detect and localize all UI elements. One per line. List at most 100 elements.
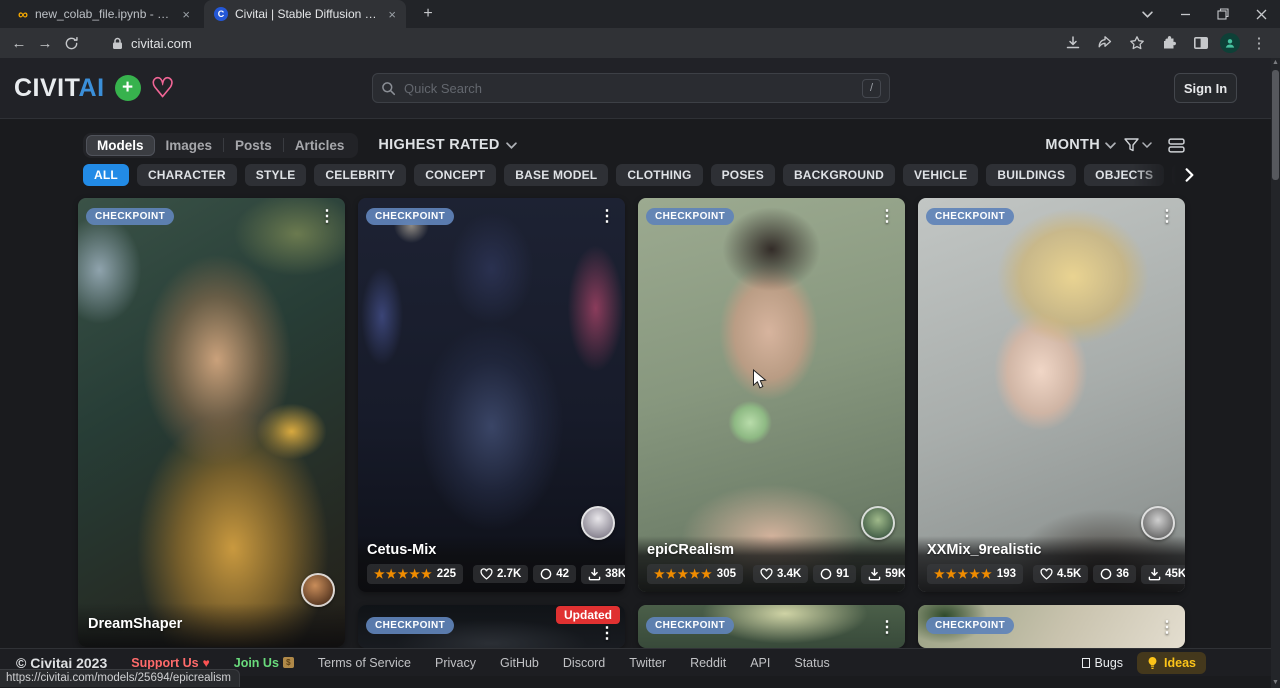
footer-link-terms[interactable]: Terms of Service (318, 656, 411, 670)
download-page-icon[interactable] (1060, 30, 1086, 56)
browser-toolbar: ← → civitai.com (0, 28, 1280, 58)
reload-button[interactable] (58, 30, 84, 56)
footer-link-status[interactable]: Status (794, 656, 829, 670)
browser-profile-avatar[interactable] (1220, 33, 1240, 53)
creator-avatar[interactable] (1141, 506, 1175, 540)
creator-avatar[interactable] (301, 573, 335, 607)
chip-character[interactable]: CHARACTER (137, 164, 237, 186)
tab-models[interactable]: Models (86, 135, 155, 156)
footer-link-discord[interactable]: Discord (563, 656, 605, 670)
filter-dropdown[interactable] (1124, 138, 1152, 152)
scrollbar-thumb[interactable] (1272, 70, 1279, 180)
chip-style[interactable]: STYLE (245, 164, 307, 186)
favorites-heart-icon[interactable]: ♡ (151, 75, 175, 102)
tab-close-icon[interactable]: × (182, 7, 190, 22)
chip-clothing[interactable]: CLOTHING (616, 164, 702, 186)
quick-search[interactable]: / (372, 73, 890, 103)
model-name: epiCRealism (647, 542, 896, 558)
model-card-dreamshaper[interactable]: CHECKPOINT ⋮ DreamShaper (78, 198, 345, 647)
model-name: Cetus-Mix (367, 542, 616, 558)
tab-title: new_colab_file.ipynb - Colaborat (35, 7, 175, 21)
downloads-pill[interactable]: 38K (581, 565, 625, 584)
comments-pill[interactable]: 91 (813, 565, 856, 583)
chips-scroll-right-button[interactable] (1185, 168, 1194, 182)
tab-search-chevron-icon[interactable] (1128, 0, 1166, 28)
checkpoint-badge: CHECKPOINT (86, 208, 174, 225)
chip-poses[interactable]: POSES (711, 164, 775, 186)
tab-posts[interactable]: Posts (224, 135, 283, 156)
side-panel-icon[interactable] (1188, 30, 1214, 56)
forward-button[interactable]: → (32, 30, 58, 56)
downloads-pill[interactable]: 45K (1141, 565, 1185, 584)
sign-in-button[interactable]: Sign In (1174, 73, 1237, 103)
extensions-puzzle-icon[interactable] (1156, 30, 1182, 56)
search-input[interactable] (404, 81, 854, 96)
card-menu-icon[interactable]: ⋮ (1155, 204, 1179, 228)
browser-tab-civitai[interactable]: C Civitai | Stable Diffusion models, × (204, 0, 406, 28)
chip-celebrity[interactable]: CELEBRITY (314, 164, 406, 186)
star-icons: ★★★★★ (374, 567, 433, 581)
creator-avatar[interactable] (861, 506, 895, 540)
scroll-down-arrow[interactable]: ▼ (1271, 678, 1280, 688)
card-menu-icon[interactable]: ⋮ (875, 204, 899, 228)
chevron-down-icon (1142, 142, 1152, 148)
page-scrollbar[interactable]: ▲ ▼ (1271, 58, 1280, 688)
footer-link-api[interactable]: API (750, 656, 770, 670)
browser-menu-icon[interactable]: ⋮ (1246, 30, 1272, 56)
address-bar[interactable]: civitai.com (112, 36, 192, 51)
footer-link-privacy[interactable]: Privacy (435, 656, 476, 670)
window-minimize-button[interactable] (1166, 0, 1204, 28)
checkpoint-badge: CHECKPOINT (646, 617, 734, 634)
support-us-link[interactable]: Support Us♥ (131, 656, 209, 670)
card-menu-icon[interactable]: ⋮ (315, 204, 339, 228)
sort-dropdown[interactable]: HIGHEST RATED (378, 137, 516, 153)
create-button[interactable]: + (115, 75, 141, 101)
layout-toggle-button[interactable] (1168, 138, 1185, 153)
card-menu-icon[interactable]: ⋮ (595, 204, 619, 228)
back-button[interactable]: ← (6, 30, 32, 56)
model-card-partial[interactable]: CHECKPOINT ⋮ (918, 605, 1185, 648)
browser-tab-colab[interactable]: ∞ new_colab_file.ipynb - Colaborat × (8, 0, 200, 28)
footer-link-twitter[interactable]: Twitter (629, 656, 666, 670)
new-tab-button[interactable]: + (418, 4, 438, 24)
search-shortcut-badge: / (862, 79, 881, 98)
tab-images[interactable]: Images (155, 135, 224, 156)
card-menu-icon[interactable]: ⋮ (875, 615, 899, 639)
chip-base-model[interactable]: BASE MODEL (504, 164, 608, 186)
creator-avatar[interactable] (581, 506, 615, 540)
likes-pill[interactable]: 2.7K (473, 565, 528, 583)
bookmark-star-icon[interactable] (1124, 30, 1150, 56)
card-menu-icon[interactable]: ⋮ (1155, 615, 1179, 639)
join-us-link[interactable]: Join Us$ (234, 656, 294, 670)
likes-pill[interactable]: 4.5K (1033, 565, 1088, 583)
card-menu-icon[interactable]: ⋮ (595, 621, 619, 645)
comments-count: 42 (556, 568, 569, 580)
window-close-button[interactable] (1242, 0, 1280, 28)
model-card-cetus-mix[interactable]: CHECKPOINT ⋮ Cetus-Mix ★★★★★225 2.7K 42 … (358, 198, 625, 592)
chip-concept[interactable]: CONCEPT (414, 164, 496, 186)
tab-articles[interactable]: Articles (284, 135, 356, 156)
bugs-button[interactable]: Bugs (1082, 656, 1124, 670)
comments-pill[interactable]: 36 (1093, 565, 1136, 583)
downloads-pill[interactable]: 59K (861, 565, 905, 584)
likes-pill[interactable]: 3.4K (753, 565, 808, 583)
chip-vehicle[interactable]: VEHICLE (903, 164, 978, 186)
footer-link-reddit[interactable]: Reddit (690, 656, 726, 670)
chip-all[interactable]: ALL (83, 164, 129, 186)
model-card-epicrealism[interactable]: CHECKPOINT ⋮ epiCRealism ★★★★★305 3.4K 9… (638, 198, 905, 592)
ideas-button[interactable]: Ideas (1137, 652, 1206, 674)
civitai-logo[interactable]: CIVITAI (14, 74, 105, 103)
scroll-up-arrow[interactable]: ▲ (1271, 58, 1280, 68)
tab-close-icon[interactable]: × (388, 7, 396, 22)
url-text: civitai.com (131, 36, 192, 51)
chip-background[interactable]: BACKGROUND (783, 164, 895, 186)
share-icon[interactable] (1092, 30, 1118, 56)
footer-link-github[interactable]: GitHub (500, 656, 539, 670)
chip-buildings[interactable]: BUILDINGS (986, 164, 1076, 186)
period-dropdown[interactable]: MONTH (1045, 137, 1116, 153)
window-restore-button[interactable] (1204, 0, 1242, 28)
model-card-partial[interactable]: CHECKPOINT Updated ⋮ (358, 605, 625, 648)
comments-pill[interactable]: 42 (533, 565, 576, 583)
model-card-partial[interactable]: CHECKPOINT ⋮ (638, 605, 905, 648)
model-card-xxmix9realistic[interactable]: CHECKPOINT ⋮ XXMix_9realistic ★★★★★193 4… (918, 198, 1185, 592)
